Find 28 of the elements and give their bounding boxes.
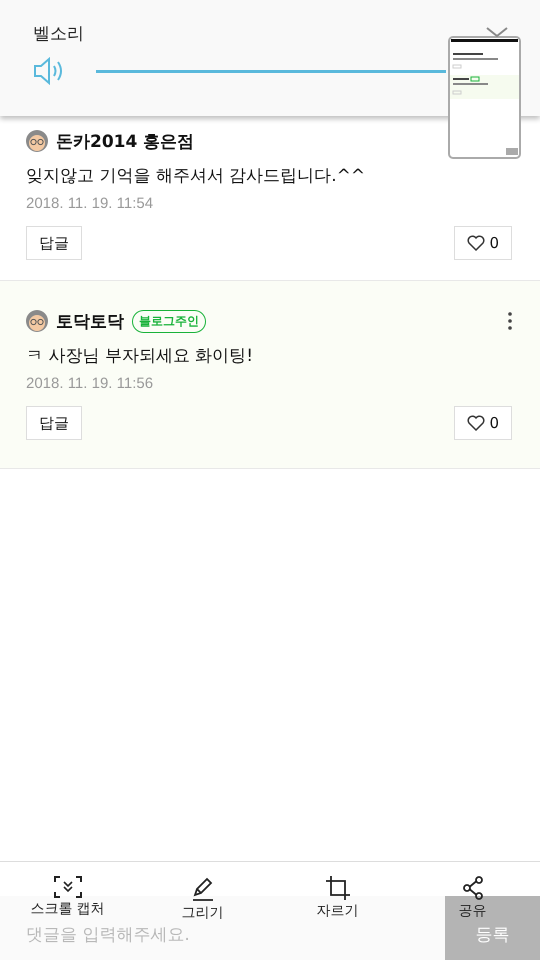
more-icon[interactable] xyxy=(508,312,512,330)
toolbar-label[interactable]: 공유 xyxy=(458,902,486,920)
like-button[interactable]: 0 xyxy=(454,406,512,440)
avatar-icon xyxy=(26,130,48,152)
comment-date: 2018. 11. 19. 11:56 xyxy=(26,375,154,392)
toolbar-label[interactable]: 그리기 xyxy=(182,904,224,922)
panel-title: 벨소리 xyxy=(33,23,84,45)
avatar-icon xyxy=(26,310,48,332)
speaker-icon xyxy=(33,57,65,85)
toolbar-label[interactable]: 스크롤 캡처 xyxy=(30,900,105,918)
toolbar-label[interactable]: 자르기 xyxy=(316,902,358,920)
share-icon xyxy=(462,876,484,900)
heart-icon xyxy=(467,235,486,251)
reply-button[interactable]: 답글 xyxy=(26,406,82,440)
volume-slider[interactable] xyxy=(96,70,446,72)
reply-button[interactable]: 답글 xyxy=(26,226,82,260)
scroll-capture-icon xyxy=(54,876,82,898)
comment-text: ㅋ 사장님 부자되세요 화이팅! xyxy=(26,345,254,367)
chevron-icon[interactable] xyxy=(486,27,508,37)
like-button[interactable]: 0 xyxy=(454,226,512,260)
owner-badge: 블로그주인 xyxy=(132,310,206,332)
crop-icon xyxy=(326,876,350,900)
comment-date: 2018. 11. 19. 11:54 xyxy=(26,195,154,212)
heart-icon xyxy=(467,415,486,431)
comment-text: 잊지않고 기억을 해주셔서 감사드립니다.^^ xyxy=(26,165,366,187)
author-name[interactable]: 토닥토닥 xyxy=(56,310,124,332)
screenshot-thumbnail-drawing[interactable] xyxy=(448,36,521,159)
author-name[interactable]: 돈카2014 홍은점 xyxy=(56,130,194,152)
